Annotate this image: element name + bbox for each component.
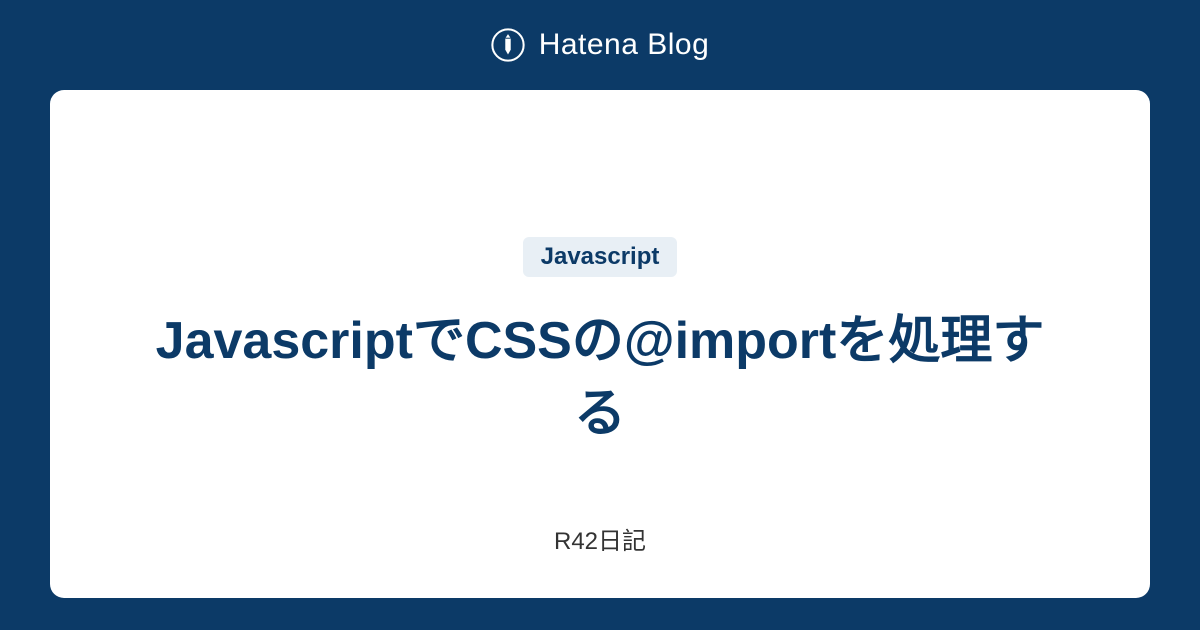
category-tag: Javascript: [523, 237, 678, 277]
article-title: JavascriptでCSSの@importを処理する: [150, 305, 1050, 451]
blog-name: R42日記: [554, 521, 646, 556]
article-card: Javascript JavascriptでCSSの@importを処理する R…: [50, 90, 1150, 598]
header: Hatena Blog: [491, 0, 710, 90]
hatena-pen-icon: [491, 28, 525, 62]
logo-text: Hatena Blog: [539, 28, 710, 62]
